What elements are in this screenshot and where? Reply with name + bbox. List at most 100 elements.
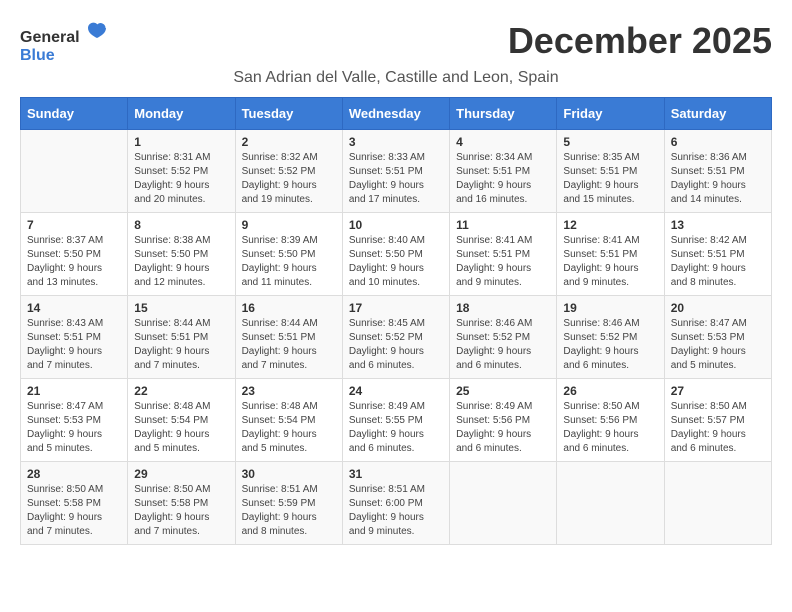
day-info: Sunrise: 8:39 AM Sunset: 5:50 PM Dayligh… — [242, 234, 336, 290]
day-info: Sunrise: 8:33 AM Sunset: 5:51 PM Dayligh… — [349, 151, 443, 207]
logo-bird-icon — [86, 20, 108, 42]
day-number: 8 — [134, 218, 228, 232]
calendar-cell: 12Sunrise: 8:41 AM Sunset: 5:51 PM Dayli… — [557, 213, 664, 296]
day-number: 13 — [671, 218, 765, 232]
day-info: Sunrise: 8:43 AM Sunset: 5:51 PM Dayligh… — [27, 317, 121, 373]
header: General Blue December 2025 — [20, 20, 772, 65]
calendar-cell: 1 Sunrise: 8:31 AM Sunset: 5:52 PM Daylig… — [128, 130, 235, 213]
calendar-week-row: 28 Sunrise: 8:50 AM Sunset: 5:58 PM Dayli… — [21, 462, 772, 545]
day-number: 20 — [671, 301, 765, 315]
day-info: Sunrise: 8:49 AM Sunset: 5:55 PM Dayligh… — [349, 400, 443, 456]
calendar-cell: 10 Sunrise: 8:40 AM Sunset: 5:50 PM Dayli… — [342, 213, 449, 296]
weekday-header: Saturday — [664, 98, 771, 130]
calendar-week-row: 1 Sunrise: 8:31 AM Sunset: 5:52 PM Daylig… — [21, 130, 772, 213]
day-number: 28 — [27, 467, 121, 481]
calendar-cell: 5 Sunrise: 8:35 AM Sunset: 5:51 PM Daylig… — [557, 130, 664, 213]
day-number: 17 — [349, 301, 443, 315]
calendar-cell: 15 Sunrise: 8:44 AM Sunset: 5:51 PM Dayli… — [128, 296, 235, 379]
day-number: 10 — [349, 218, 443, 232]
calendar-cell: 9 Sunrise: 8:39 AM Sunset: 5:50 PM Daylig… — [235, 213, 342, 296]
day-info: Sunrise: 8:47 AM Sunset: 5:53 PM Dayligh… — [671, 317, 765, 373]
day-info: Sunrise: 8:51 AM Sunset: 5:59 PM Dayligh… — [242, 483, 336, 539]
calendar-cell — [450, 462, 557, 545]
day-info: Sunrise: 8:47 AM Sunset: 5:53 PM Dayligh… — [27, 400, 121, 456]
weekday-header: Tuesday — [235, 98, 342, 130]
weekday-header: Monday — [128, 98, 235, 130]
day-info: Sunrise: 8:35 AM Sunset: 5:51 PM Dayligh… — [563, 151, 657, 207]
day-info: Sunrise: 8:49 AM Sunset: 5:56 PM Dayligh… — [456, 400, 550, 456]
day-number: 14 — [27, 301, 121, 315]
day-number: 23 — [242, 384, 336, 398]
day-info: Sunrise: 8:48 AM Sunset: 5:54 PM Dayligh… — [134, 400, 228, 456]
weekday-header: Friday — [557, 98, 664, 130]
calendar-cell: 13 Sunrise: 8:42 AM Sunset: 5:51 PM Dayli… — [664, 213, 771, 296]
location-subtitle: San Adrian del Valle, Castille and Leon,… — [20, 69, 772, 87]
calendar-table: SundayMondayTuesdayWednesdayThursdayFrid… — [20, 97, 772, 545]
calendar-cell: 23Sunrise: 8:48 AM Sunset: 5:54 PM Dayli… — [235, 379, 342, 462]
calendar-cell: 29 Sunrise: 8:50 AM Sunset: 5:58 PM Dayli… — [128, 462, 235, 545]
day-number: 7 — [27, 218, 121, 232]
day-number: 29 — [134, 467, 228, 481]
logo-general: General — [20, 29, 80, 46]
weekday-header-row: SundayMondayTuesdayWednesdayThursdayFrid… — [21, 98, 772, 130]
day-info: Sunrise: 8:40 AM Sunset: 5:50 PM Dayligh… — [349, 234, 443, 290]
calendar-cell: 18 Sunrise: 8:46 AM Sunset: 5:52 PM Dayli… — [450, 296, 557, 379]
weekday-header: Sunday — [21, 98, 128, 130]
day-number: 30 — [242, 467, 336, 481]
day-info: Sunrise: 8:44 AM Sunset: 5:51 PM Dayligh… — [242, 317, 336, 373]
weekday-header: Thursday — [450, 98, 557, 130]
day-info: Sunrise: 8:36 AM Sunset: 5:51 PM Dayligh… — [671, 151, 765, 207]
day-number: 21 — [27, 384, 121, 398]
day-info: Sunrise: 8:37 AM Sunset: 5:50 PM Dayligh… — [27, 234, 121, 290]
day-info: Sunrise: 8:46 AM Sunset: 5:52 PM Dayligh… — [456, 317, 550, 373]
calendar-week-row: 21 Sunrise: 8:47 AM Sunset: 5:53 PM Dayli… — [21, 379, 772, 462]
month-title: December 2025 — [508, 20, 772, 62]
calendar-week-row: 14 Sunrise: 8:43 AM Sunset: 5:51 PM Dayli… — [21, 296, 772, 379]
day-info: Sunrise: 8:44 AM Sunset: 5:51 PM Dayligh… — [134, 317, 228, 373]
day-info: Sunrise: 8:50 AM Sunset: 5:58 PM Dayligh… — [134, 483, 228, 539]
calendar-cell: 25Sunrise: 8:49 AM Sunset: 5:56 PM Dayli… — [450, 379, 557, 462]
calendar-cell: 26Sunrise: 8:50 AM Sunset: 5:56 PM Dayli… — [557, 379, 664, 462]
day-info: Sunrise: 8:50 AM Sunset: 5:56 PM Dayligh… — [563, 400, 657, 456]
day-number: 18 — [456, 301, 550, 315]
day-number: 6 — [671, 135, 765, 149]
weekday-header: Wednesday — [342, 98, 449, 130]
page-wrapper: General Blue December 2025 San Adrian de… — [20, 20, 772, 545]
day-number: 9 — [242, 218, 336, 232]
day-info: Sunrise: 8:41 AM Sunset: 5:51 PM Dayligh… — [563, 234, 657, 290]
calendar-cell: 2 Sunrise: 8:32 AM Sunset: 5:52 PM Daylig… — [235, 130, 342, 213]
day-number: 5 — [563, 135, 657, 149]
calendar-cell: 30 Sunrise: 8:51 AM Sunset: 5:59 PM Dayli… — [235, 462, 342, 545]
day-number: 27 — [671, 384, 765, 398]
day-number: 1 — [134, 135, 228, 149]
calendar-cell: 20 Sunrise: 8:47 AM Sunset: 5:53 PM Dayli… — [664, 296, 771, 379]
calendar-cell: 31 Sunrise: 8:51 AM Sunset: 6:00 PM Dayli… — [342, 462, 449, 545]
day-info: Sunrise: 8:51 AM Sunset: 6:00 PM Dayligh… — [349, 483, 443, 539]
logo-text: General Blue — [20, 20, 108, 65]
calendar-week-row: 7 Sunrise: 8:37 AM Sunset: 5:50 PM Daylig… — [21, 213, 772, 296]
day-info: Sunrise: 8:42 AM Sunset: 5:51 PM Dayligh… — [671, 234, 765, 290]
day-number: 2 — [242, 135, 336, 149]
calendar-cell: 6 Sunrise: 8:36 AM Sunset: 5:51 PM Daylig… — [664, 130, 771, 213]
day-number: 31 — [349, 467, 443, 481]
day-info: Sunrise: 8:31 AM Sunset: 5:52 PM Dayligh… — [134, 151, 228, 207]
calendar-cell — [557, 462, 664, 545]
day-info: Sunrise: 8:50 AM Sunset: 5:57 PM Dayligh… — [671, 400, 765, 456]
day-info: Sunrise: 8:38 AM Sunset: 5:50 PM Dayligh… — [134, 234, 228, 290]
day-info: Sunrise: 8:50 AM Sunset: 5:58 PM Dayligh… — [27, 483, 121, 539]
day-number: 15 — [134, 301, 228, 315]
calendar-cell: 19Sunrise: 8:46 AM Sunset: 5:52 PM Dayli… — [557, 296, 664, 379]
calendar-cell: 8 Sunrise: 8:38 AM Sunset: 5:50 PM Daylig… — [128, 213, 235, 296]
day-number: 4 — [456, 135, 550, 149]
day-info: Sunrise: 8:46 AM Sunset: 5:52 PM Dayligh… — [563, 317, 657, 373]
calendar-cell — [21, 130, 128, 213]
calendar-cell: 4Sunrise: 8:34 AM Sunset: 5:51 PM Daylig… — [450, 130, 557, 213]
calendar-cell: 3 Sunrise: 8:33 AM Sunset: 5:51 PM Daylig… — [342, 130, 449, 213]
day-info: Sunrise: 8:32 AM Sunset: 5:52 PM Dayligh… — [242, 151, 336, 207]
calendar-cell: 22Sunrise: 8:48 AM Sunset: 5:54 PM Dayli… — [128, 379, 235, 462]
logo-blue: Blue — [20, 47, 55, 64]
calendar-cell: 28 Sunrise: 8:50 AM Sunset: 5:58 PM Dayli… — [21, 462, 128, 545]
calendar-cell: 24Sunrise: 8:49 AM Sunset: 5:55 PM Dayli… — [342, 379, 449, 462]
day-number: 3 — [349, 135, 443, 149]
calendar-cell — [664, 462, 771, 545]
